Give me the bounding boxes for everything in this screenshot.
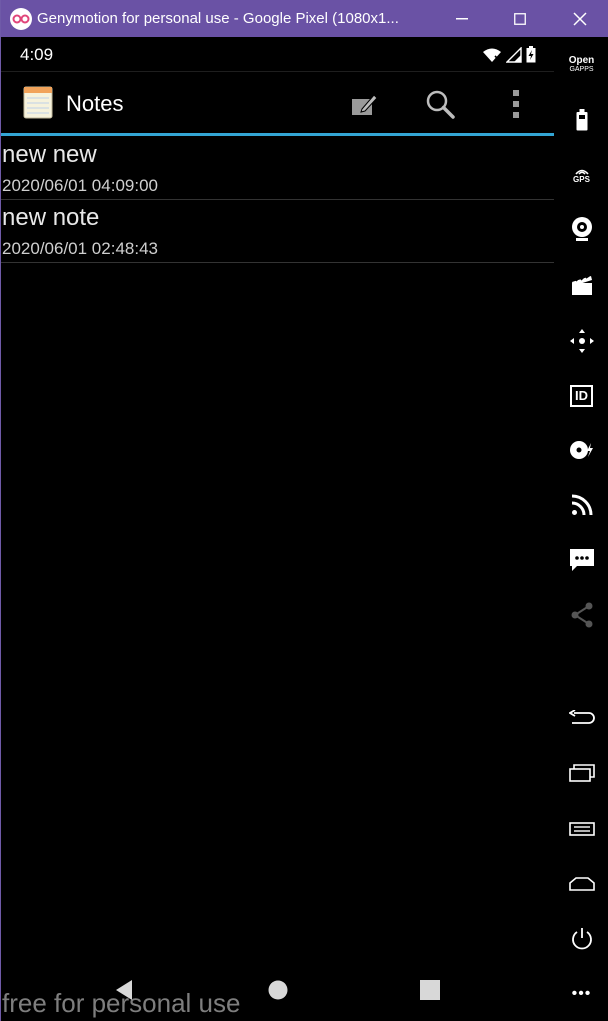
list-item[interactable]: new note 2020/06/01 02:48:43 (1, 200, 554, 263)
move-arrows-icon (569, 329, 594, 353)
sms-button[interactable] (554, 538, 608, 582)
device-screen: 4:09 Notes new new 2020/06/01 04:09:00 n… (1, 37, 554, 1021)
search-button[interactable] (418, 82, 462, 126)
menu-icon (568, 822, 595, 836)
notes-list: new new 2020/06/01 04:09:00 new note 202… (1, 137, 554, 263)
android-home-button[interactable] (554, 862, 608, 906)
close-button[interactable] (555, 0, 605, 37)
id-icon: ID (570, 385, 593, 407)
recents-button[interactable] (410, 975, 450, 1005)
signal-icon (506, 46, 522, 63)
home-icon (268, 980, 288, 1000)
disk-io-icon (569, 441, 593, 459)
note-date: 2020/06/01 04:09:00 (2, 176, 158, 195)
genymotion-window: Genymotion for personal use - Google Pix… (0, 0, 608, 1021)
maximize-button[interactable] (495, 0, 545, 37)
genymotion-toolbar: Open GAPPS GPS ID ••• (554, 37, 608, 1021)
compose-button[interactable] (342, 82, 386, 126)
battery-button[interactable] (554, 98, 608, 142)
overflow-menu-icon (513, 90, 519, 118)
wifi-icon (483, 48, 501, 62)
disk-io-button[interactable] (554, 428, 608, 472)
dpad-button[interactable] (554, 319, 608, 363)
opengapps-icon: Open GAPPS (568, 55, 595, 74)
page-title: Notes (66, 91, 124, 116)
home-button[interactable] (258, 975, 298, 1005)
share-button[interactable] (554, 593, 608, 637)
identifiers-button[interactable]: ID (554, 374, 608, 418)
window-titlebar[interactable]: Genymotion for personal use - Google Pix… (1, 0, 608, 37)
note-title: new new (2, 141, 97, 168)
battery-charging-icon (526, 46, 536, 63)
rss-icon (571, 494, 592, 516)
watermark: free for personal use (2, 988, 241, 1018)
power-icon (571, 928, 592, 950)
status-bar: 4:09 (1, 37, 554, 72)
note-title: new note (2, 204, 100, 231)
share-icon (571, 602, 592, 628)
window-title: Genymotion for personal use - Google Pix… (37, 10, 399, 27)
media-button[interactable] (554, 263, 608, 307)
overflow-menu-button[interactable] (494, 82, 538, 126)
opengapps-button[interactable]: Open GAPPS (554, 43, 608, 87)
webcam-icon (571, 217, 592, 241)
recents-icon (420, 980, 440, 1000)
action-bar: Notes (1, 72, 554, 136)
more-dots-icon: ••• (571, 985, 592, 1002)
return-icon (568, 710, 595, 724)
note-date: 2020/06/01 02:48:43 (2, 239, 158, 258)
android-back-button[interactable] (554, 696, 608, 740)
gps-button[interactable]: GPS (554, 153, 608, 197)
list-item[interactable]: new new 2020/06/01 04:09:00 (1, 137, 554, 200)
battery-icon (576, 109, 587, 131)
status-time: 4:09 (20, 45, 54, 64)
message-icon (569, 549, 594, 571)
status-icons (482, 46, 536, 63)
notepad-icon[interactable] (23, 85, 53, 119)
minimize-button[interactable] (437, 0, 487, 37)
gps-label: GPS (573, 175, 590, 184)
recent-apps-icon (568, 764, 595, 782)
camera-button[interactable] (554, 207, 608, 251)
android-recents-button[interactable] (554, 751, 608, 795)
power-button[interactable] (554, 917, 608, 961)
clapperboard-icon (571, 275, 592, 295)
android-menu-button[interactable] (554, 807, 608, 851)
network-button[interactable] (554, 483, 608, 527)
home-outline-icon (568, 877, 595, 891)
genymotion-logo-icon (10, 7, 32, 30)
more-button[interactable]: ••• (554, 972, 608, 1016)
gps-icon (574, 169, 589, 175)
compose-icon (352, 94, 378, 115)
search-icon (426, 90, 455, 119)
